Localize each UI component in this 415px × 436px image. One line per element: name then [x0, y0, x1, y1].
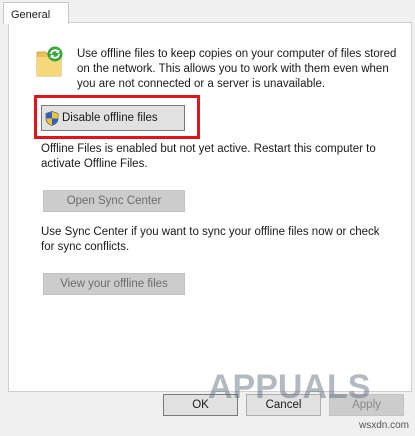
view-offline-files-label: View your offline files — [60, 278, 168, 290]
view-offline-files-button[interactable]: View your offline files — [43, 273, 185, 295]
open-sync-center-button[interactable]: Open Sync Center — [43, 190, 185, 212]
disable-offline-files-button[interactable]: Disable offline files — [41, 105, 185, 131]
status-text-line-1: Offline Files is enabled but not yet act… — [41, 143, 376, 155]
info-text-line-3: you are not connected or a server is una… — [77, 78, 326, 90]
status-text-line-2: activate Offline Files. — [41, 158, 148, 170]
appuals-watermark-logo: APPUALS — [208, 368, 370, 406]
uac-shield-icon — [45, 111, 59, 126]
info-text-line-1: Use offline files to keep copies on your… — [77, 48, 397, 60]
sync-text-line-2: for sync conflicts. — [41, 241, 130, 253]
tab-general[interactable]: General — [3, 2, 69, 24]
tab-general-label: General — [11, 9, 51, 21]
watermark-text: APPUALS — [208, 368, 370, 406]
open-sync-center-label: Open Sync Center — [66, 195, 162, 207]
disable-offline-files-label: Disable offline files — [62, 112, 158, 124]
offline-files-sync-icon — [36, 46, 63, 77]
info-text-line-2: on the network. This allows you to work … — [77, 63, 389, 75]
sync-text-line-1: Use Sync Center if you want to sync your… — [41, 226, 380, 238]
watermark-domain: wsxdn.com — [358, 420, 409, 431]
